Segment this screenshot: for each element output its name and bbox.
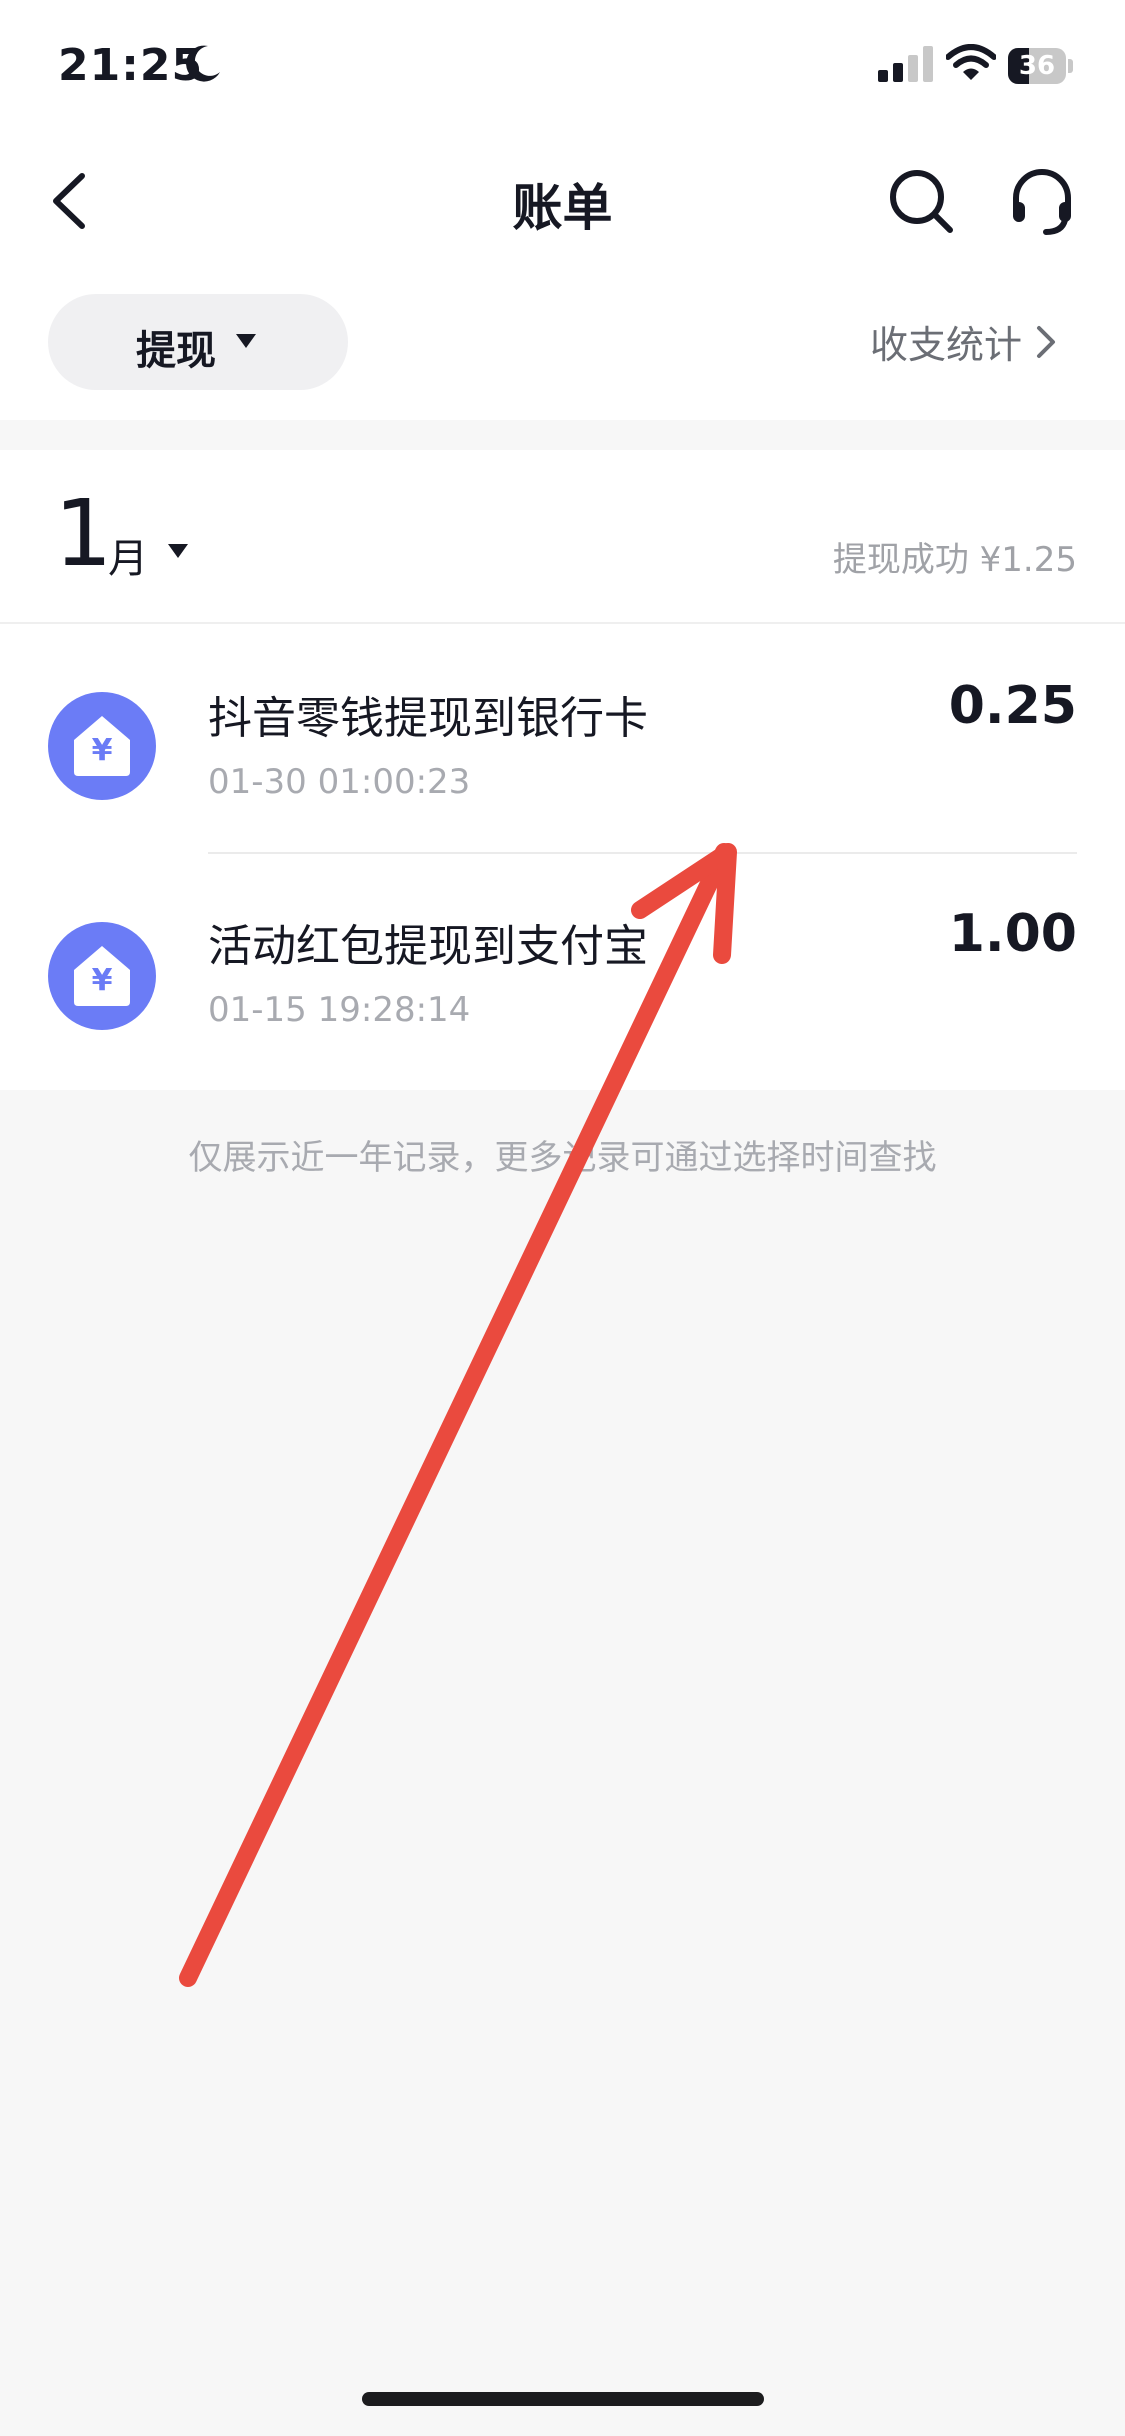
transaction-time: 01-15 19:28:14	[208, 990, 471, 1030]
nav-bar: 账单	[0, 140, 1125, 260]
month-summary: 提现成功 ¥1.25	[832, 540, 1077, 580]
withdraw-house-yen-icon: ¥	[48, 692, 156, 800]
moon-icon	[186, 45, 220, 82]
transaction-row[interactable]: ¥ 活动红包提现到支付宝 01-15 19:28:14 1.00	[0, 854, 1125, 1084]
transaction-time: 01-30 01:00:23	[208, 762, 471, 802]
month-unit[interactable]: 月	[108, 526, 148, 584]
transaction-row[interactable]: ¥ 抖音零钱提现到银行卡 01-30 01:00:23 0.25	[0, 622, 1125, 854]
month-number[interactable]: 1	[54, 480, 113, 587]
filter-row: 提现 收支统计	[0, 260, 1125, 420]
transaction-amount: 0.25	[948, 676, 1077, 736]
stats-label: 收支统计	[870, 323, 1023, 367]
home-indicator[interactable]	[362, 2392, 764, 2406]
customer-service-icon[interactable]	[1004, 164, 1080, 240]
wifi-icon	[946, 44, 996, 80]
chevron-right-icon	[1037, 325, 1056, 358]
month-header: 1 月 提现成功 ¥1.25	[0, 450, 1125, 624]
svg-text:¥: ¥	[92, 963, 113, 998]
transaction-title: 活动红包提现到支付宝	[208, 921, 648, 972]
battery-indicator: 36	[1008, 48, 1073, 84]
transaction-amount: 1.00	[948, 904, 1077, 964]
search-icon[interactable]	[884, 164, 960, 240]
income-expense-stats-link[interactable]: 收支统计	[870, 314, 1058, 369]
transaction-title: 抖音零钱提现到银行卡	[208, 693, 648, 744]
svg-text:¥: ¥	[92, 733, 113, 768]
filter-label: 提现	[136, 328, 216, 374]
battery-level-text: 36	[1018, 51, 1056, 81]
record-range-note: 仅展示近一年记录，更多记录可通过选择时间查找	[188, 1138, 937, 1178]
month-caret-down-icon[interactable]	[166, 542, 190, 560]
signal-icon	[878, 46, 933, 82]
status-bar: 21:25 36	[0, 0, 1125, 140]
type-filter-button[interactable]: 提现	[48, 294, 348, 390]
month-section: 1 月 提现成功 ¥1.25 ¥ 抖音零钱提现到银行卡 01-30 01:00:…	[0, 450, 1125, 1090]
withdraw-house-yen-icon: ¥	[48, 922, 156, 1030]
status-time: 21:25	[58, 40, 204, 91]
caret-down-icon	[236, 334, 256, 348]
